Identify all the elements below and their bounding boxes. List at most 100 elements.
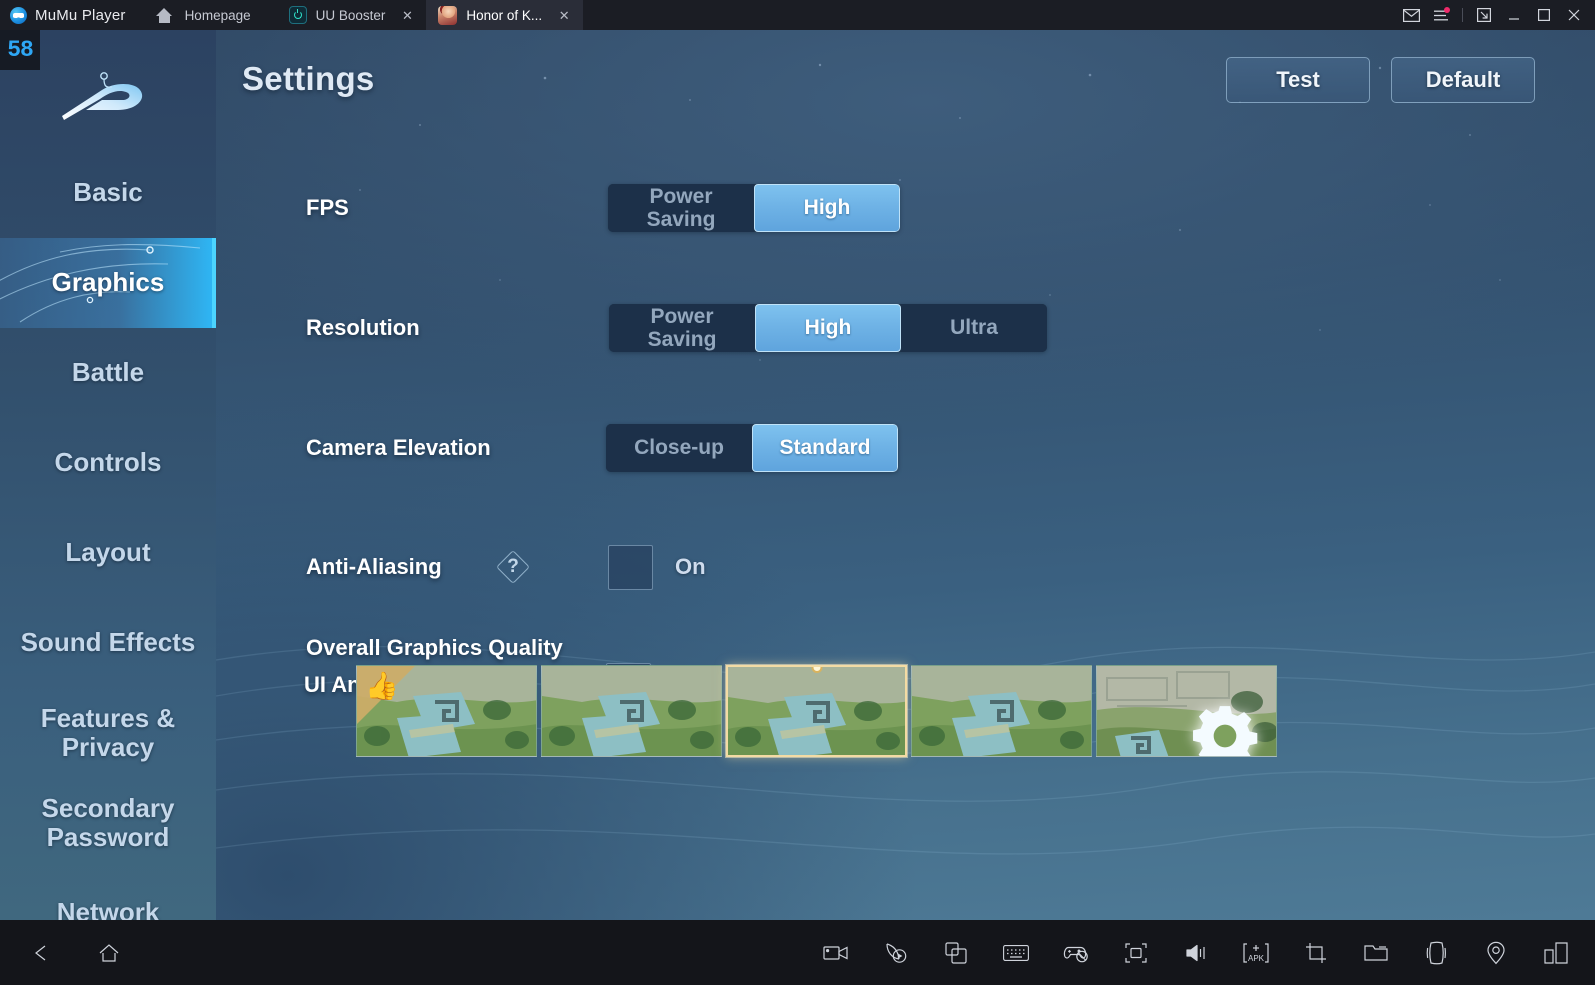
tab-homepage-label: Homepage <box>185 8 251 23</box>
sidebar-item-secondary-password[interactable]: Secondary Password <box>0 778 216 868</box>
honor-of-kings-icon <box>438 6 457 25</box>
svg-text:APK: APK <box>1248 954 1265 963</box>
keyboard-icon[interactable] <box>999 936 1033 970</box>
question-mark-glyph: ? <box>494 548 532 586</box>
multi-instance-icon[interactable] <box>939 936 973 970</box>
close-icon[interactable] <box>1559 0 1589 30</box>
macro-record-icon[interactable] <box>879 936 913 970</box>
sidebar-item-sound-effects[interactable]: Sound Effects <box>0 598 216 688</box>
gamepad-disabled-icon[interactable] <box>1059 936 1093 970</box>
sidebar-item-label: Controls <box>55 448 162 477</box>
quality-thumbnail-5[interactable] <box>1096 665 1277 757</box>
system-buttons <box>1396 0 1595 30</box>
default-button[interactable]: Default <box>1391 57 1535 103</box>
sidebar-item-graphics[interactable]: Graphics <box>0 238 216 328</box>
resolution-option-power-saving[interactable]: Power Saving <box>609 304 755 352</box>
resize-window-icon[interactable] <box>1469 0 1499 30</box>
fps-label: FPS <box>306 195 349 221</box>
maximize-icon[interactable] <box>1529 0 1559 30</box>
sidebar-item-controls[interactable]: Controls <box>0 418 216 508</box>
fps-option-power-saving[interactable]: Power Saving <box>608 184 754 232</box>
app-brand: MuMu Player <box>0 0 140 30</box>
quality-thumbnail-3[interactable] <box>726 665 907 757</box>
record-video-icon[interactable] <box>819 936 853 970</box>
tab-uu-booster[interactable]: UU Booster ✕ <box>277 0 427 30</box>
mumu-logo-icon <box>10 7 27 24</box>
app-title: MuMu Player <box>35 7 126 24</box>
quality-thumbnail-4[interactable] <box>911 665 1092 757</box>
tab-uu-booster-label: UU Booster <box>316 8 386 23</box>
screenshot-crop-icon[interactable] <box>1299 936 1333 970</box>
terrain-preview <box>728 667 907 757</box>
fps-counter: 58 <box>0 30 40 70</box>
tab-uu-booster-close-icon[interactable]: ✕ <box>400 9 414 22</box>
back-icon[interactable] <box>24 936 58 970</box>
settings-sidebar: 10796418075066851129 Basic <box>0 30 216 920</box>
sidebar-item-label: Secondary Password <box>42 794 175 852</box>
shake-device-icon[interactable] <box>1419 936 1453 970</box>
menu-icon[interactable] <box>1426 0 1456 30</box>
fullscreen-icon[interactable] <box>1119 936 1153 970</box>
sidebar-item-label: Features & Privacy <box>41 704 175 762</box>
sidebar-item-label: Basic <box>73 178 142 207</box>
resolution-option-ultra[interactable]: Ultra <box>901 304 1047 352</box>
quality-thumbnail-2[interactable] <box>541 665 722 757</box>
resolution-segmented-control: Power Saving High Ultra <box>609 304 1047 352</box>
shared-folder-icon[interactable] <box>1359 936 1393 970</box>
bottom-toolbar: APK <box>0 920 1595 985</box>
divider <box>1462 8 1463 22</box>
tab-honor-of-kings-close-icon[interactable]: ✕ <box>557 9 571 22</box>
sidebar-item-label: Graphics <box>52 268 165 297</box>
sidebar-item-label: Battle <box>72 358 144 387</box>
camera-elevation-segmented-control: Close-up Standard <box>606 424 898 472</box>
home-icon[interactable] <box>92 936 126 970</box>
terrain-preview <box>542 666 722 757</box>
menu-notification-badge <box>1444 7 1450 13</box>
camera-elevation-option-standard[interactable]: Standard <box>752 424 898 472</box>
camera-elevation-label: Camera Elevation <box>306 435 491 461</box>
anti-aliasing-checkbox[interactable] <box>608 545 653 590</box>
test-button[interactable]: Test <box>1226 57 1370 103</box>
sidebar-item-label: Sound Effects <box>21 628 196 657</box>
fps-option-high[interactable]: High <box>754 184 900 232</box>
anti-aliasing-state-label: On <box>675 554 706 580</box>
location-icon[interactable] <box>1479 936 1513 970</box>
overall-quality-thumbnails: 👍 <box>356 665 1277 757</box>
sidebar-item-basic[interactable]: Basic <box>0 148 216 238</box>
sidebar-item-battle[interactable]: Battle <box>0 328 216 418</box>
tab-honor-of-kings[interactable]: Honor of K... ✕ <box>426 0 583 30</box>
quality-thumbnail-1[interactable]: 👍 <box>356 665 537 757</box>
sidebar-item-network[interactable]: Network <box>0 868 216 920</box>
install-apk-icon[interactable]: APK <box>1239 936 1273 970</box>
uu-booster-icon <box>289 6 307 24</box>
settings-gear-icon <box>1192 704 1258 757</box>
fps-segmented-control: Power Saving High <box>608 184 900 232</box>
home-icon <box>156 8 173 23</box>
setting-row-camera-elevation: Camera Elevation Close-up Standard <box>216 388 1595 508</box>
sidebar-item-features-privacy[interactable]: Features & Privacy <box>0 688 216 778</box>
setting-row-fps: FPS Power Saving High <box>216 148 1595 268</box>
camera-elevation-option-close-up[interactable]: Close-up <box>606 424 752 472</box>
minimize-icon[interactable] <box>1499 0 1529 30</box>
page-title: Settings <box>242 60 375 98</box>
tab-strip: Homepage UU Booster ✕ Honor of K... ✕ <box>140 0 584 30</box>
sidebar-item-label: Network <box>57 898 160 920</box>
thumbs-up-icon: 👍 <box>365 673 399 700</box>
emulator-screen: 58 10796418075066851129 <box>0 30 1595 920</box>
settings-content: Settings Test Default FPS Power Saving H… <box>216 30 1595 920</box>
anti-aliasing-label: Anti-Aliasing <box>306 554 442 580</box>
tab-homepage[interactable]: Homepage <box>140 0 277 30</box>
anti-aliasing-help-icon[interactable]: ? <box>494 548 532 586</box>
sidebar-item-layout[interactable]: Layout <box>0 508 216 598</box>
volume-icon[interactable] <box>1179 936 1213 970</box>
setting-row-resolution: Resolution Power Saving High Ultra <box>216 268 1595 388</box>
mumu-player-window: MuMu Player Homepage UU Booster ✕ Honor … <box>0 0 1595 985</box>
anti-aliasing-toggle-group: On <box>608 545 706 590</box>
multi-window-icon[interactable] <box>1539 936 1573 970</box>
resolution-option-high[interactable]: High <box>755 304 901 352</box>
title-bar: MuMu Player Homepage UU Booster ✕ Honor … <box>0 0 1595 30</box>
bottom-nav-left <box>0 936 126 970</box>
mail-icon[interactable] <box>1396 0 1426 30</box>
resolution-label: Resolution <box>306 315 420 341</box>
overall-quality-label: Overall Graphics Quality <box>306 635 563 661</box>
